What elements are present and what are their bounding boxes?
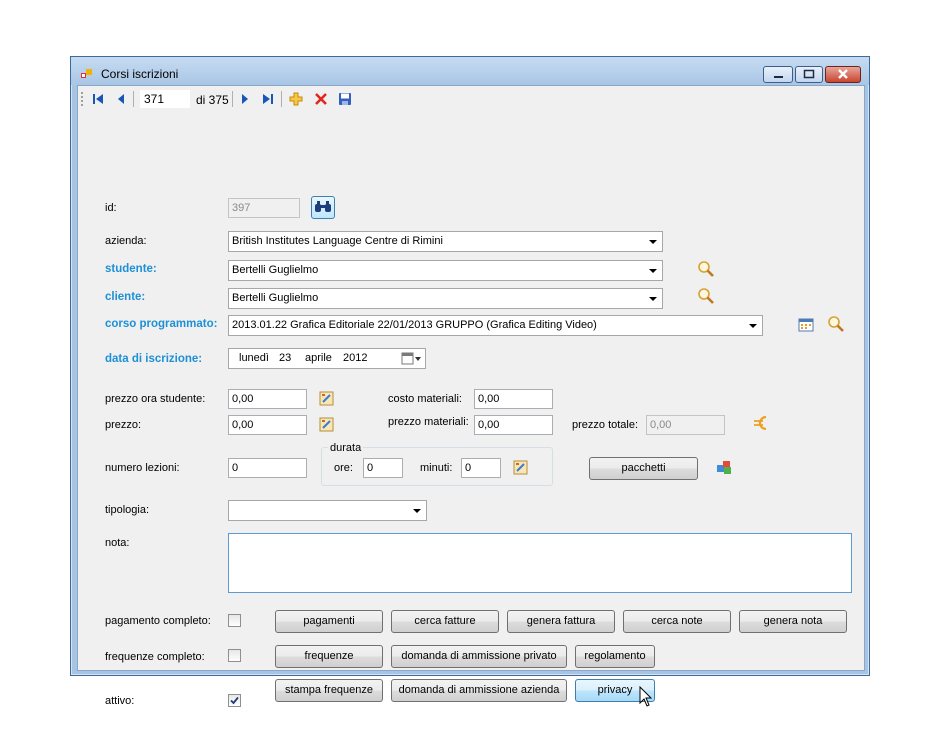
prezzo-ora-studente-label: prezzo ora studente: — [105, 393, 206, 405]
cliente-value: Bertelli Guglielmo — [232, 292, 319, 304]
pagamento-completo-checkbox[interactable] — [228, 614, 241, 627]
calculator-edit-icon[interactable] — [319, 417, 334, 432]
ore-field[interactable]: 0 — [363, 458, 403, 478]
studente-label[interactable]: studente: — [105, 263, 157, 275]
checkmark-icon — [230, 696, 239, 705]
packages-icon[interactable] — [715, 459, 733, 475]
prezzo-totale-label: prezzo totale: — [572, 419, 639, 431]
minimize-button[interactable] — [763, 66, 793, 83]
numero-lezioni-label: numero lezioni: — [105, 462, 180, 474]
frequenze-button[interactable]: frequenze — [275, 645, 383, 668]
position-input[interactable] — [140, 90, 190, 108]
calculator-edit-icon[interactable] — [319, 391, 334, 406]
date-year[interactable]: 2012 — [343, 349, 367, 368]
costo-materiali-field[interactable]: 0,00 — [474, 389, 553, 409]
move-previous-icon[interactable] — [116, 93, 126, 105]
data-iscrizione-label[interactable]: data di iscrizione: — [105, 353, 202, 365]
chevron-down-icon — [649, 297, 657, 301]
prezzo-label: prezzo: — [105, 419, 142, 431]
stampa-frequenze-button[interactable]: stampa frequenze — [275, 679, 383, 702]
record-count: di 375 — [196, 93, 229, 107]
date-month[interactable]: aprile — [305, 349, 332, 368]
cliente-label[interactable]: cliente: — [105, 291, 145, 303]
chevron-down-icon — [649, 269, 657, 273]
prezzo-ora-studente-field[interactable]: 0,00 — [228, 389, 307, 409]
prezzo-materiali-field[interactable]: 0,00 — [474, 415, 553, 435]
tipologia-label: tipologia: — [105, 504, 150, 516]
durata-label: durata — [328, 442, 364, 454]
form-client-area: di 375 id: 397 azienda: British Institut… — [77, 85, 865, 707]
costo-materiali-label: costo materiali: — [388, 393, 462, 405]
cliente-combo[interactable]: Bertelli Guglielmo — [228, 288, 663, 309]
pacchetti-button[interactable]: pacchetti — [589, 457, 698, 480]
studente-combo[interactable]: Bertelli Guglielmo — [228, 260, 663, 281]
euro-icon[interactable] — [753, 414, 769, 432]
close-button[interactable] — [825, 66, 861, 83]
save-icon[interactable] — [338, 92, 352, 106]
date-weekday[interactable]: lunedì — [239, 349, 269, 368]
cerca-fatture-button[interactable]: cerca fatture — [391, 610, 499, 633]
regolamento-button[interactable]: regolamento — [575, 645, 655, 668]
frequenze-completo-checkbox[interactable] — [228, 649, 241, 662]
toolbar-grip[interactable] — [81, 91, 84, 107]
ore-label: ore: — [334, 462, 353, 474]
domanda-ammissione-azienda-button[interactable]: domanda di ammissione azienda — [391, 679, 567, 702]
corso-programmato-value: 2013.01.22 Grafica Editoriale 22/01/2013… — [232, 319, 597, 331]
genera-nota-button[interactable]: genera nota — [739, 610, 847, 633]
search-id-button[interactable] — [311, 196, 335, 219]
binoculars-icon — [315, 201, 331, 212]
calendar-grid-icon[interactable] — [798, 318, 814, 332]
chevron-down-icon — [649, 240, 657, 244]
attivo-checkbox[interactable] — [228, 694, 241, 707]
add-new-icon[interactable] — [289, 92, 303, 106]
data-iscrizione-picker[interactable]: lunedì 23 aprile 2012 — [228, 348, 426, 369]
azienda-label: azienda: — [105, 235, 147, 247]
minuti-label: minuti: — [420, 462, 453, 474]
delete-icon[interactable] — [314, 92, 328, 106]
numero-lezioni-field[interactable]: 0 — [228, 458, 307, 478]
title-bar[interactable]: Corsi iscrizioni — [71, 57, 869, 85]
window-title: Corsi iscrizioni — [101, 67, 179, 81]
date-day[interactable]: 23 — [279, 349, 291, 368]
chevron-down-icon — [413, 509, 421, 513]
azienda-combo[interactable]: British Institutes Language Centre di Ri… — [228, 231, 663, 252]
chevron-down-icon — [749, 324, 757, 328]
prezzo-totale-field[interactable]: 0,00 — [646, 415, 725, 435]
corso-programmato-label[interactable]: corso programmato: — [105, 318, 217, 330]
mouse-cursor-icon — [639, 686, 653, 707]
nota-label: nota: — [105, 537, 130, 549]
move-next-icon[interactable] — [240, 93, 250, 105]
minuti-field[interactable]: 0 — [461, 458, 501, 478]
move-first-icon[interactable] — [92, 93, 104, 105]
studente-value: Bertelli Guglielmo — [232, 264, 319, 276]
search-cliente-icon[interactable] — [697, 287, 715, 305]
pagamenti-button[interactable]: pagamenti — [275, 610, 383, 633]
minimize-icon — [774, 76, 783, 78]
corso-programmato-combo[interactable]: 2013.01.22 Grafica Editoriale 22/01/2013… — [228, 315, 763, 336]
tipologia-combo[interactable] — [228, 500, 427, 521]
cerca-note-button[interactable]: cerca note — [623, 610, 731, 633]
domanda-ammissione-privato-button[interactable]: domanda di ammissione privato — [391, 645, 567, 668]
close-icon — [838, 69, 848, 79]
prezzo-materiali-label: prezzo materiali: — [388, 416, 469, 428]
calculator-edit-icon[interactable] — [513, 460, 528, 475]
prezzo-field[interactable]: 0,00 — [228, 415, 307, 435]
attivo-label: attivo: — [105, 695, 135, 707]
binding-navigator: di 375 — [78, 86, 864, 112]
app-icon — [81, 69, 92, 78]
maximize-icon — [803, 69, 815, 79]
id-label: id: — [105, 202, 117, 214]
calendar-dropdown-icon[interactable] — [401, 352, 423, 365]
pagamento-completo-label: pagamento completo: — [105, 615, 211, 627]
maximize-button[interactable] — [795, 66, 823, 83]
move-last-icon[interactable] — [262, 93, 274, 105]
id-field[interactable]: 397 — [228, 198, 300, 218]
frequenze-completo-label: frequenze completo: — [105, 651, 205, 663]
genera-fattura-button[interactable]: genera fattura — [507, 610, 615, 633]
search-corso-icon[interactable] — [827, 315, 845, 333]
azienda-value: British Institutes Language Centre di Ri… — [232, 235, 443, 247]
search-studente-icon[interactable] — [697, 260, 715, 278]
main-window: Corsi iscrizioni di 375 id: — [70, 56, 870, 707]
nota-textarea[interactable] — [228, 533, 852, 593]
